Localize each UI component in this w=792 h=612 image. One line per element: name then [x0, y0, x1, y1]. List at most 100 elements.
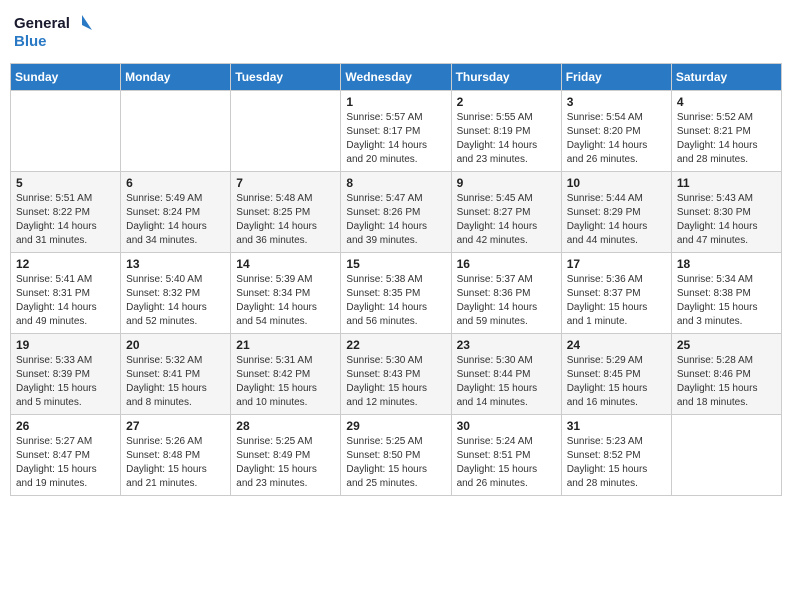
page-header: General Blue — [10, 10, 782, 55]
day-info: Sunrise: 5:34 AM Sunset: 8:38 PM Dayligh… — [677, 273, 776, 329]
day-number: 26 — [16, 419, 115, 433]
calendar-cell: 26 Sunrise: 5:27 AM Sunset: 8:47 PM Dayli… — [11, 415, 121, 496]
calendar-cell: 16 Sunrise: 5:37 AM Sunset: 8:36 PM Dayli… — [451, 253, 561, 334]
day-info: Sunrise: 5:27 AM Sunset: 8:47 PM Dayligh… — [16, 435, 115, 491]
day-info: Sunrise: 5:55 AM Sunset: 8:19 PM Dayligh… — [457, 111, 556, 167]
day-number: 5 — [16, 176, 115, 190]
weekday-header-thursday: Thursday — [451, 64, 561, 91]
day-number: 4 — [677, 95, 776, 109]
calendar-week-row: 5 Sunrise: 5:51 AM Sunset: 8:22 PM Daylig… — [11, 172, 782, 253]
weekday-header-tuesday: Tuesday — [231, 64, 341, 91]
day-info: Sunrise: 5:47 AM Sunset: 8:26 PM Dayligh… — [346, 192, 445, 248]
weekday-header-sunday: Sunday — [11, 64, 121, 91]
day-number: 7 — [236, 176, 335, 190]
day-number: 11 — [677, 176, 776, 190]
calendar-cell — [231, 91, 341, 172]
weekday-header-friday: Friday — [561, 64, 671, 91]
day-number: 24 — [567, 338, 666, 352]
day-number: 13 — [126, 257, 225, 271]
day-info: Sunrise: 5:48 AM Sunset: 8:25 PM Dayligh… — [236, 192, 335, 248]
calendar-cell: 9 Sunrise: 5:45 AM Sunset: 8:27 PM Daylig… — [451, 172, 561, 253]
day-info: Sunrise: 5:40 AM Sunset: 8:32 PM Dayligh… — [126, 273, 225, 329]
calendar-cell: 13 Sunrise: 5:40 AM Sunset: 8:32 PM Dayli… — [121, 253, 231, 334]
day-info: Sunrise: 5:29 AM Sunset: 8:45 PM Dayligh… — [567, 354, 666, 410]
calendar-cell: 3Sunrise: 5:54 AM Sunset: 8:20 PM Daylig… — [561, 91, 671, 172]
day-info: Sunrise: 5:30 AM Sunset: 8:44 PM Dayligh… — [457, 354, 556, 410]
day-info: Sunrise: 5:43 AM Sunset: 8:30 PM Dayligh… — [677, 192, 776, 248]
calendar-cell: 1 Sunrise: 5:57 AM Sunset: 8:17 PM Daylig… — [341, 91, 451, 172]
day-number: 8 — [346, 176, 445, 190]
calendar-cell: 21 Sunrise: 5:31 AM Sunset: 8:42 PM Dayli… — [231, 334, 341, 415]
day-number: 12 — [16, 257, 115, 271]
calendar-cell: 30Sunrise: 5:24 AM Sunset: 8:51 PM Dayli… — [451, 415, 561, 496]
calendar-week-row: 26 Sunrise: 5:27 AM Sunset: 8:47 PM Dayli… — [11, 415, 782, 496]
day-info: Sunrise: 5:41 AM Sunset: 8:31 PM Dayligh… — [16, 273, 115, 329]
day-number: 2 — [457, 95, 556, 109]
day-number: 9 — [457, 176, 556, 190]
calendar-cell: 8 Sunrise: 5:47 AM Sunset: 8:26 PM Daylig… — [341, 172, 451, 253]
svg-text:General: General — [14, 15, 70, 32]
weekday-header-monday: Monday — [121, 64, 231, 91]
calendar-cell: 2 Sunrise: 5:55 AM Sunset: 8:19 PM Daylig… — [451, 91, 561, 172]
logo-svg: General Blue — [14, 10, 94, 55]
day-number: 25 — [677, 338, 776, 352]
calendar-week-row: 12 Sunrise: 5:41 AM Sunset: 8:31 PM Dayli… — [11, 253, 782, 334]
calendar-cell: 23 Sunrise: 5:30 AM Sunset: 8:44 PM Dayli… — [451, 334, 561, 415]
day-info: Sunrise: 5:30 AM Sunset: 8:43 PM Dayligh… — [346, 354, 445, 410]
logo: General Blue — [14, 10, 94, 55]
day-info: Sunrise: 5:52 AM Sunset: 8:21 PM Dayligh… — [677, 111, 776, 167]
calendar-cell — [121, 91, 231, 172]
day-info: Sunrise: 5:36 AM Sunset: 8:37 PM Dayligh… — [567, 273, 666, 329]
day-number: 28 — [236, 419, 335, 433]
day-number: 10 — [567, 176, 666, 190]
day-info: Sunrise: 5:33 AM Sunset: 8:39 PM Dayligh… — [16, 354, 115, 410]
calendar-cell: 29 Sunrise: 5:25 AM Sunset: 8:50 PM Dayli… — [341, 415, 451, 496]
day-number: 23 — [457, 338, 556, 352]
day-number: 15 — [346, 257, 445, 271]
calendar-cell: 7 Sunrise: 5:48 AM Sunset: 8:25 PM Daylig… — [231, 172, 341, 253]
day-number: 6 — [126, 176, 225, 190]
calendar-cell: 6Sunrise: 5:49 AM Sunset: 8:24 PM Daylig… — [121, 172, 231, 253]
weekday-header-saturday: Saturday — [671, 64, 781, 91]
day-info: Sunrise: 5:32 AM Sunset: 8:41 PM Dayligh… — [126, 354, 225, 410]
day-info: Sunrise: 5:45 AM Sunset: 8:27 PM Dayligh… — [457, 192, 556, 248]
calendar-cell: 10Sunrise: 5:44 AM Sunset: 8:29 PM Dayli… — [561, 172, 671, 253]
day-info: Sunrise: 5:38 AM Sunset: 8:35 PM Dayligh… — [346, 273, 445, 329]
calendar-cell: 22 Sunrise: 5:30 AM Sunset: 8:43 PM Dayli… — [341, 334, 451, 415]
day-info: Sunrise: 5:39 AM Sunset: 8:34 PM Dayligh… — [236, 273, 335, 329]
day-info: Sunrise: 5:37 AM Sunset: 8:36 PM Dayligh… — [457, 273, 556, 329]
calendar-cell: 11 Sunrise: 5:43 AM Sunset: 8:30 PM Dayli… — [671, 172, 781, 253]
calendar-cell: 19Sunrise: 5:33 AM Sunset: 8:39 PM Dayli… — [11, 334, 121, 415]
day-number: 31 — [567, 419, 666, 433]
day-info: Sunrise: 5:26 AM Sunset: 8:48 PM Dayligh… — [126, 435, 225, 491]
day-number: 27 — [126, 419, 225, 433]
day-info: Sunrise: 5:25 AM Sunset: 8:50 PM Dayligh… — [346, 435, 445, 491]
calendar-cell: 18 Sunrise: 5:34 AM Sunset: 8:38 PM Dayli… — [671, 253, 781, 334]
day-info: Sunrise: 5:23 AM Sunset: 8:52 PM Dayligh… — [567, 435, 666, 491]
day-info: Sunrise: 5:24 AM Sunset: 8:51 PM Dayligh… — [457, 435, 556, 491]
day-info: Sunrise: 5:31 AM Sunset: 8:42 PM Dayligh… — [236, 354, 335, 410]
day-number: 14 — [236, 257, 335, 271]
calendar-cell: 20Sunrise: 5:32 AM Sunset: 8:41 PM Dayli… — [121, 334, 231, 415]
calendar-cell — [11, 91, 121, 172]
day-number: 18 — [677, 257, 776, 271]
calendar-cell — [671, 415, 781, 496]
day-number: 1 — [346, 95, 445, 109]
day-number: 16 — [457, 257, 556, 271]
calendar-cell: 25Sunrise: 5:28 AM Sunset: 8:46 PM Dayli… — [671, 334, 781, 415]
day-info: Sunrise: 5:57 AM Sunset: 8:17 PM Dayligh… — [346, 111, 445, 167]
day-info: Sunrise: 5:51 AM Sunset: 8:22 PM Dayligh… — [16, 192, 115, 248]
day-number: 22 — [346, 338, 445, 352]
weekday-header-wednesday: Wednesday — [341, 64, 451, 91]
calendar-week-row: 19Sunrise: 5:33 AM Sunset: 8:39 PM Dayli… — [11, 334, 782, 415]
calendar-cell: 27 Sunrise: 5:26 AM Sunset: 8:48 PM Dayli… — [121, 415, 231, 496]
day-number: 29 — [346, 419, 445, 433]
calendar-cell: 24 Sunrise: 5:29 AM Sunset: 8:45 PM Dayli… — [561, 334, 671, 415]
svg-text:Blue: Blue — [14, 33, 47, 50]
calendar-cell: 15 Sunrise: 5:38 AM Sunset: 8:35 PM Dayli… — [341, 253, 451, 334]
day-number: 21 — [236, 338, 335, 352]
calendar-cell: 28Sunrise: 5:25 AM Sunset: 8:49 PM Dayli… — [231, 415, 341, 496]
weekday-header-row: SundayMondayTuesdayWednesdayThursdayFrid… — [11, 64, 782, 91]
day-number: 3 — [567, 95, 666, 109]
calendar-cell: 12 Sunrise: 5:41 AM Sunset: 8:31 PM Dayli… — [11, 253, 121, 334]
